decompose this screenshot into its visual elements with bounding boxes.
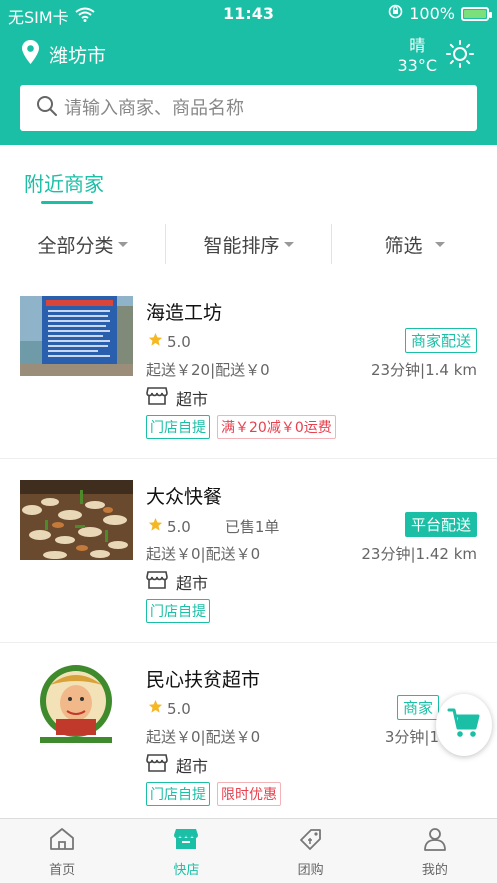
category-label: 超市 [176,757,209,776]
tag-promo: 满￥20减￥0运费 [217,415,336,439]
chevron-down-icon [283,241,294,247]
shop-distance: 23分钟|1.42 km [361,545,477,563]
cart-button[interactable] [436,694,492,756]
weather-desc: 晴 [409,36,426,55]
shop-fees: 起送￥0|配送￥0 [146,728,261,746]
city-label: 潍坊市 [49,45,107,67]
sun-icon [445,39,475,73]
rating-value: 5.0 [167,332,191,351]
star-icon [148,699,163,718]
shop-image [20,296,133,376]
filter-screen[interactable]: 筛选 [332,222,497,266]
orientation-lock-icon [388,4,403,23]
location-pin-icon [22,40,39,69]
filter-sort[interactable]: 智能排序 [166,222,331,266]
tag-pickup: 门店自提 [146,782,210,806]
shop-tags: 门店自提 限时优惠 [146,782,281,806]
shop-category: 超市 [146,570,208,594]
search-input[interactable] [64,97,464,119]
header: 无SIM卡 11:43 100% 潍坊市 晴 33°C [0,0,497,145]
shop-tags: 门店自提 [146,599,210,623]
tab-home-label: 首页 [49,863,76,878]
delivery-badge: 平台配送 [404,512,477,537]
rating-value: 5.0 [167,517,191,536]
shop-fees: 起送￥20|配送￥0 [146,361,270,379]
delivery-badge: 商家配送 [404,328,477,353]
store-icon [146,570,168,594]
tab-mine[interactable]: 我的 [373,819,497,883]
shopping-cart-icon [447,707,481,743]
tab-mine-label: 我的 [421,863,448,878]
tab-groupbuy-label: 团购 [297,863,324,878]
coupon-icon [298,827,324,855]
shop-rating: 5.0 [148,332,191,351]
weather-temperature: 33°C [397,56,437,75]
bottom-tab-bar: 首页 快店 团购 我的 [0,818,497,883]
shop-image [20,663,133,743]
shop-tags: 门店自提 满￥20减￥0运费 [146,415,336,439]
sold-count: 已售1单 [224,518,280,536]
home-icon [49,827,75,855]
chevron-down-icon [117,241,128,247]
section-underline [41,201,93,204]
shop-distance: 3分钟|1 [384,728,439,746]
tag-pickup: 门店自提 [146,599,210,623]
tag-pickup: 门店自提 [146,415,210,439]
battery-icon [461,6,492,21]
shop-rating: 5.0 [148,699,191,718]
shop-card[interactable]: 海造工坊 5.0 商家配送 起送￥20|配送￥0 23分钟|1.4 km 超市 … [0,276,497,459]
filter-sort-label: 智能排序 [203,234,280,257]
tab-store-label: 快店 [173,863,200,878]
category-label: 超市 [176,390,209,409]
shop-category: 超市 [146,386,208,410]
filter-category-label: 全部分类 [37,234,114,257]
tab-home[interactable]: 首页 [0,819,124,883]
shop-name: 大众快餐 [146,486,223,508]
battery-percent: 100% [409,4,455,23]
rating-value: 5.0 [167,699,191,718]
store-icon [146,386,168,410]
delivery-badge: 商家 [396,695,439,720]
location-selector[interactable]: 潍坊市 [22,40,106,69]
tag-promo: 限时优惠 [217,782,281,806]
shop-image [20,480,133,560]
shop-name: 海造工坊 [146,302,223,324]
shop-category: 超市 [146,753,208,777]
category-label: 超市 [176,574,209,593]
store-icon [146,753,168,777]
filter-screen-label: 筛选 [384,234,423,257]
tab-groupbuy[interactable]: 团购 [249,819,373,883]
shop-rating: 5.0 已售1单 [148,516,279,537]
shop-name: 民心扶贫超市 [146,669,261,691]
search-bar[interactable] [20,85,477,131]
weather-widget: 晴 33°C [397,36,475,76]
search-icon [36,95,58,121]
filter-bar: 全部分类 智能排序 筛选 [0,222,497,266]
tab-store[interactable]: 快店 [124,819,248,883]
filter-category[interactable]: 全部分类 [0,222,165,266]
store-icon [173,827,199,855]
shop-distance: 23分钟|1.4 km [370,361,477,379]
chevron-down-icon [434,241,445,247]
user-icon [422,827,448,855]
shop-fees: 起送￥0|配送￥0 [146,545,261,563]
star-icon [148,517,163,536]
star-icon [148,332,163,351]
shop-card[interactable]: 民心扶贫超市 5.0 商家 起送￥0|配送￥0 3分钟|1 超市 门店自提 限时… [0,643,497,826]
status-bar: 无SIM卡 11:43 100% [0,0,497,28]
section-title-nearby[interactable]: 附近商家 [24,168,104,197]
shop-card[interactable]: 大众快餐 5.0 已售1单 平台配送 起送￥0|配送￥0 23分钟|1.42 k… [0,460,497,643]
